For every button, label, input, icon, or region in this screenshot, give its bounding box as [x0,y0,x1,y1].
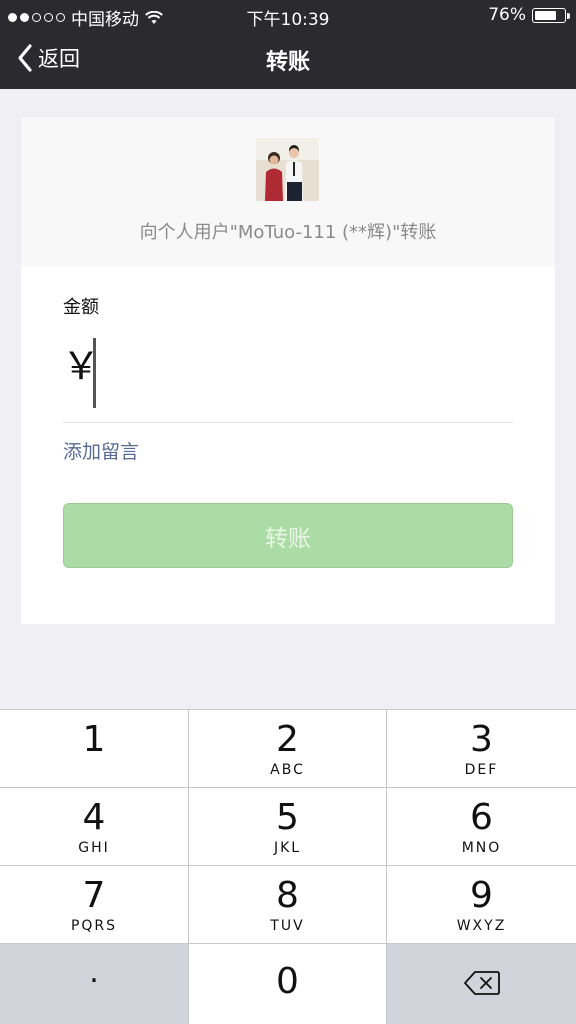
battery-percent: 76% [488,5,526,25]
delete-key[interactable] [387,944,576,1024]
key-5[interactable]: 5 JKL [189,788,387,866]
transfer-button[interactable]: 转账 [63,503,513,568]
key-6[interactable]: 6 MNO [387,788,576,866]
key-decimal[interactable]: . [0,944,189,1024]
nav-bar: 返回 转账 [0,30,576,89]
backspace-icon [463,971,500,995]
key-4[interactable]: 4 GHI [0,788,189,866]
key-9[interactable]: 9 WXYZ [387,866,576,944]
recipient-text: 向个人用户"MoTuo-111 (**辉)"转账 [139,222,437,243]
key-7[interactable]: 7 PQRS [0,866,189,944]
page-title: 转账 [265,50,310,75]
key-8[interactable]: 8 TUV [189,866,387,944]
add-note-link[interactable]: 添加留言 [63,437,139,464]
recipient-header: 向个人用户"MoTuo-111 (**辉)"转账 [21,117,555,266]
amount-divider [63,422,513,423]
transfer-card: 向个人用户"MoTuo-111 (**辉)"转账 金额 ￥ 添加留言 转账 [21,117,555,624]
key-1[interactable]: 1 [0,710,189,788]
top-bar: 中国移动 下午10:39 76% 返回 转账 [0,0,576,89]
amount-label: 金额 [63,297,99,318]
key-0[interactable]: 0 [189,944,387,1024]
status-right: 76% [488,5,570,25]
numeric-keypad: 1 2 ABC 3 DEF 4 GHI 5 JKL 6 MNO 7 PQRS 8… [0,709,576,1024]
key-2[interactable]: 2 ABC [189,710,387,788]
text-caret [93,338,96,408]
battery-icon [532,7,570,23]
status-bar: 中国移动 下午10:39 76% [0,0,576,30]
key-3[interactable]: 3 DEF [387,710,576,788]
avatar [256,138,319,201]
amount-input[interactable] [93,336,513,406]
